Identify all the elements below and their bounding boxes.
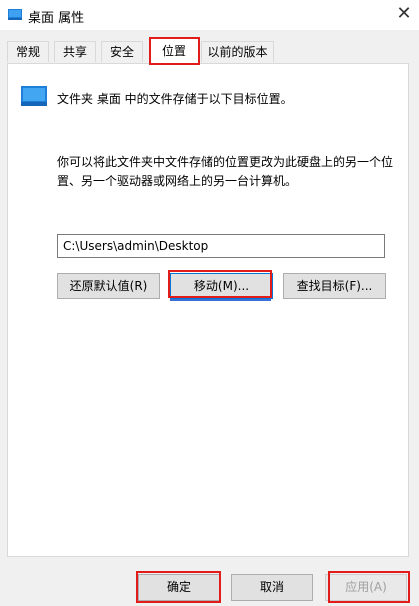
folder-icon [21,86,47,106]
apply-button[interactable]: 应用(A) [325,574,407,601]
location-info-text: 文件夹 桌面 中的文件存储于以下目标位置。 [57,92,293,106]
restore-default-button[interactable]: 还原默认值(R) [57,273,160,299]
folder-icon [8,9,22,20]
find-target-button[interactable]: 查找目标(F)... [283,273,386,299]
tab-security[interactable]: 安全 [101,41,143,62]
location-description: 你可以将此文件夹中文件存储的位置更改为此硬盘上的另一个位置、另一个驱动器或网络上… [57,155,394,188]
close-icon: ✕ [396,3,412,24]
tab-general[interactable]: 常规 [7,41,49,62]
cancel-button[interactable]: 取消 [231,574,313,601]
title-bar: 桌面 属性 ✕ [0,0,419,30]
path-field[interactable]: C:\Users\admin\Desktop [57,234,385,258]
close-button[interactable]: ✕ [389,0,419,30]
tab-previous-versions[interactable]: 以前的版本 [201,41,274,62]
tab-location[interactable]: 位置 [149,38,199,64]
move-button[interactable]: 移动(M)... [170,273,273,299]
ok-button[interactable]: 确定 [138,574,220,601]
move-focus-underline [170,299,271,301]
location-panel [7,63,409,557]
tab-sharing[interactable]: 共享 [54,41,96,62]
window-title: 桌面 属性 [28,11,85,26]
